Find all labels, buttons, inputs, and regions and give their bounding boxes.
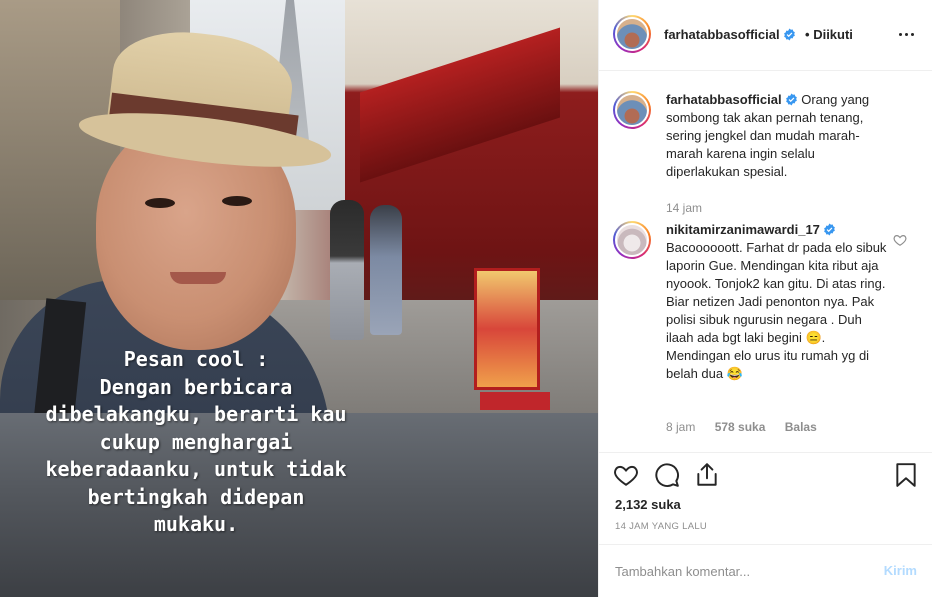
- reply-button[interactable]: Balas: [785, 420, 817, 434]
- comments-list[interactable]: farhatabbasofficial Orang yang sombong t…: [599, 72, 932, 452]
- photo-mouth: [170, 272, 226, 284]
- separator-dot: •: [805, 27, 810, 42]
- photo-red-mat: [480, 392, 550, 410]
- comment-input[interactable]: [615, 561, 865, 581]
- follow-status[interactable]: • Diikuti: [805, 27, 853, 42]
- comment-body: farhatabbasofficial Orang yang sombong t…: [666, 91, 891, 181]
- comment-time[interactable]: 8 jam: [666, 420, 695, 434]
- more-horizontal-icon[interactable]: [895, 24, 919, 44]
- comment-body: nikitamirzanimawardi_17 Bacoooooott. Far…: [666, 221, 891, 383]
- photo-eye: [145, 198, 175, 208]
- verified-badge-icon: [785, 93, 797, 106]
- photo-caption-text: Pesan cool : Dengan berbicara dibelakang…: [45, 347, 347, 536]
- bookmark-icon[interactable]: [893, 462, 919, 488]
- post-side-panel: farhatabbasofficial • Diikuti farhatabba…: [598, 0, 932, 597]
- add-comment-bar: Kirim: [599, 544, 932, 597]
- verified-badge-icon: [783, 28, 795, 41]
- avatar[interactable]: [613, 91, 651, 129]
- comment-icon[interactable]: [654, 462, 680, 488]
- post-photo[interactable]: Pesan cool : Dengan berbicara dibelakang…: [0, 0, 598, 597]
- photo-menu-sign: [474, 268, 540, 390]
- comment-time[interactable]: 14 jam: [666, 201, 702, 215]
- comment-username[interactable]: farhatabbasofficial: [666, 92, 782, 107]
- post-timestamp[interactable]: 14 JAM YANG LALU: [615, 521, 707, 532]
- comment-meta: 14 jam: [666, 201, 718, 215]
- photo-pedestrian: [370, 205, 402, 335]
- heart-icon[interactable]: [893, 233, 907, 247]
- photo-eye: [222, 196, 252, 206]
- follow-status-label[interactable]: Diikuti: [813, 27, 853, 42]
- comment-meta: 8 jam 578 suka Balas: [666, 420, 833, 434]
- verified-badge-icon: [824, 223, 835, 236]
- comment-text: Bacoooooott. Farhat dr pada elo sibuk la…: [666, 240, 887, 381]
- comment-likes[interactable]: 578 suka: [715, 420, 766, 434]
- post-comment-button[interactable]: Kirim: [884, 563, 917, 578]
- avatar[interactable]: [613, 15, 651, 53]
- heart-icon[interactable]: [613, 462, 639, 488]
- share-icon[interactable]: [694, 462, 720, 488]
- likes-count[interactable]: 2,132 suka: [615, 497, 681, 512]
- avatar[interactable]: [613, 221, 651, 259]
- comment-username[interactable]: nikitamirzanimawardi_17: [666, 222, 820, 237]
- photo-pedestrian: [330, 200, 364, 340]
- post-header: farhatabbasofficial • Diikuti: [599, 0, 932, 71]
- username-text[interactable]: farhatabbasofficial: [664, 27, 780, 42]
- username-link[interactable]: farhatabbasofficial: [664, 27, 796, 42]
